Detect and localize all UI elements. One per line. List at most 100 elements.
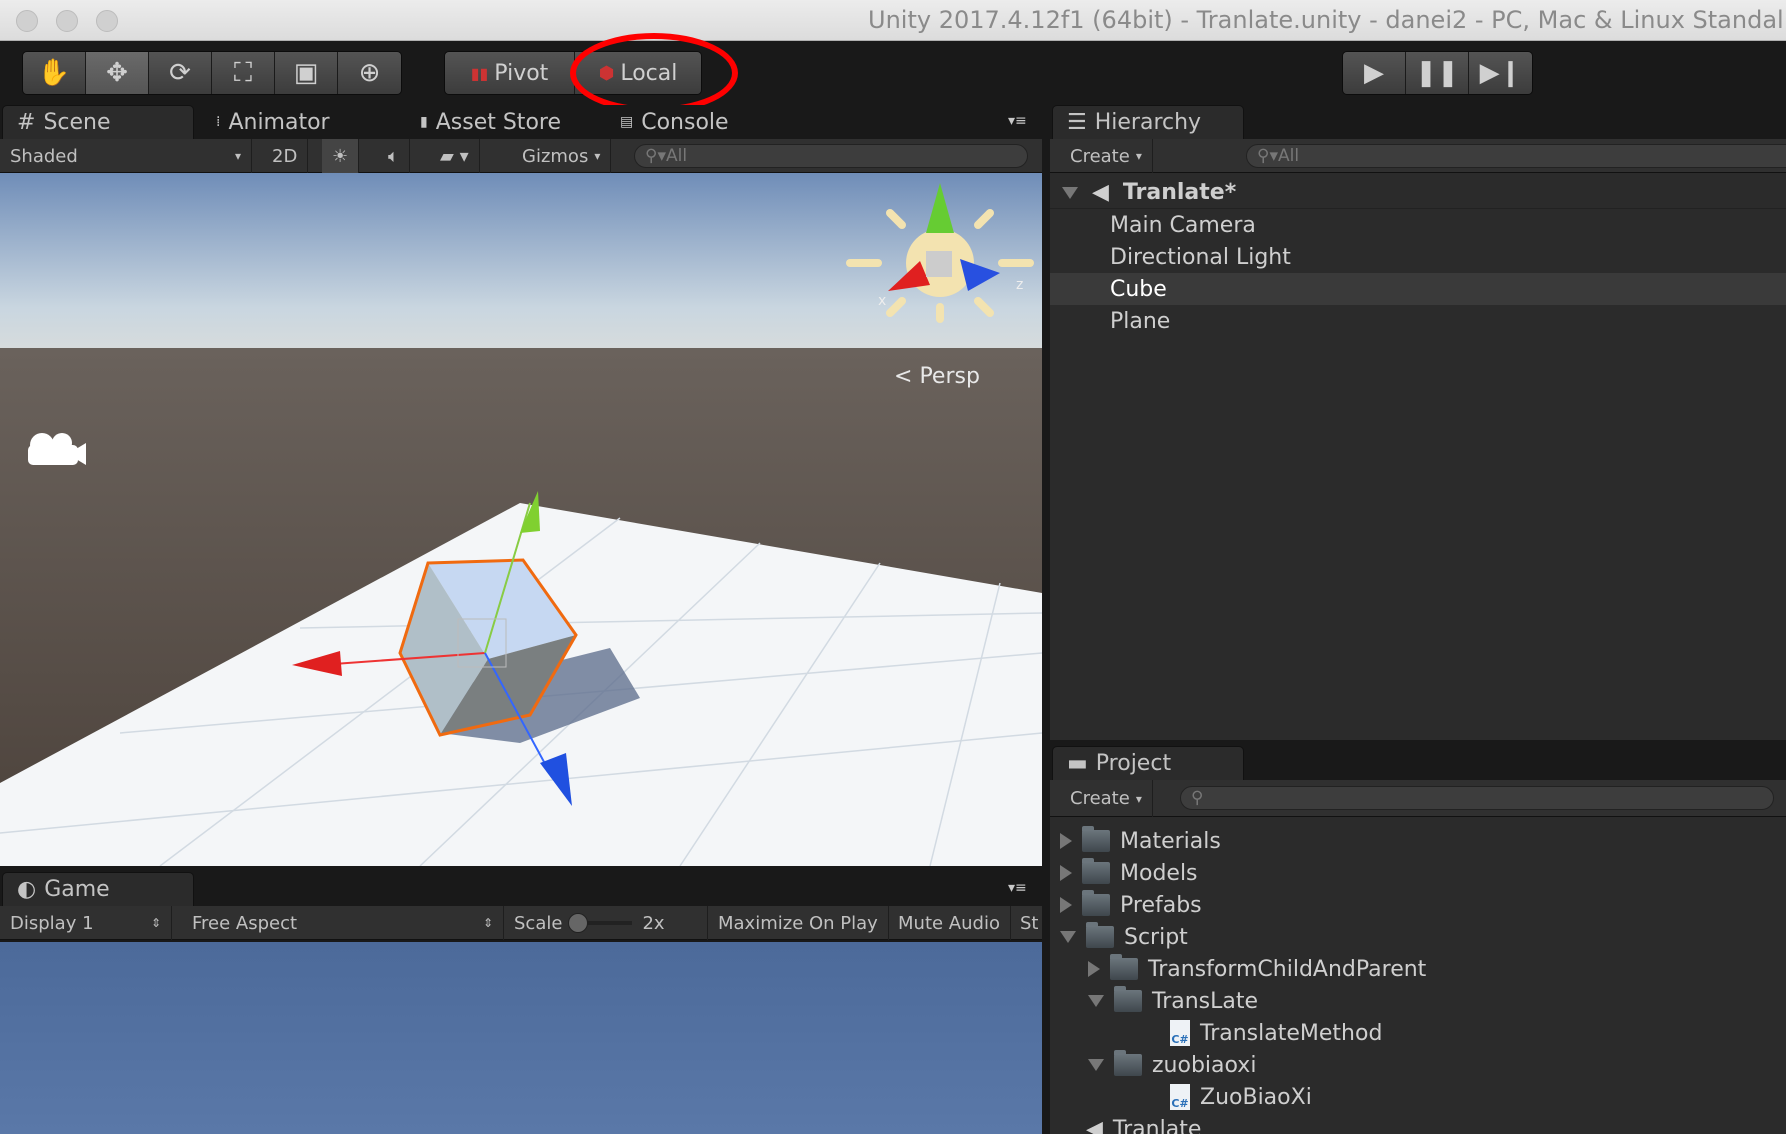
project-item[interactable]: TransformChildAndParent (1050, 953, 1786, 985)
play-button[interactable]: ▶ (1343, 52, 1406, 94)
folder-icon (1082, 826, 1110, 852)
panel-menu-icon[interactable]: ▾≡ (1008, 880, 1027, 896)
minimize-window-button[interactable] (56, 10, 78, 32)
expand-icon[interactable] (1088, 961, 1100, 977)
step-icon: ▶❙ (1479, 58, 1522, 88)
hierarchy-item[interactable]: Directional Light (1050, 241, 1786, 273)
transform-tool-button[interactable]: ⊕ (338, 52, 401, 94)
animator-icon: ⁞ (216, 114, 221, 130)
scale-slider[interactable]: Scale 2x (504, 906, 708, 940)
shading-dropdown[interactable]: Shaded ▾ (0, 139, 252, 173)
expand-icon[interactable] (1060, 865, 1072, 881)
scale-handle[interactable] (568, 913, 589, 933)
pause-button[interactable]: ❚❚ (1406, 52, 1469, 94)
pivot-icon: ▮▮ (470, 63, 489, 83)
hierarchy-create-button[interactable]: Create ▾ (1060, 139, 1153, 173)
search-icon: ⚲ (1191, 788, 1204, 808)
panel-divider[interactable] (1042, 105, 1050, 1134)
project-item[interactable]: Models (1050, 857, 1786, 889)
tab-console[interactable]: ▤ Console (606, 105, 729, 139)
move-icon: ✥ (106, 58, 128, 88)
tab-scene[interactable]: # Scene (2, 105, 194, 139)
hierarchy-item-selected[interactable]: Cube (1050, 273, 1786, 305)
play-icon: ▶ (1364, 58, 1384, 88)
project-panel: Materials Models Prefabs Script TransformChi… (1050, 817, 1786, 1134)
display-dropdown[interactable]: Display 1 ⇕ (0, 906, 172, 940)
mute-audio-toggle[interactable]: Mute Audio (888, 906, 1011, 940)
scene-tab-row: # Scene ⁞ Animator ▮ Asset Store ▤ Console ▾… (0, 105, 1042, 139)
folder-icon (1114, 1050, 1142, 1076)
hierarchy-search-input[interactable]: ⚲▾All (1246, 144, 1786, 168)
project-item-label: Prefabs (1120, 892, 1202, 918)
pivot-button[interactable]: ▮▮ Pivot (445, 52, 575, 94)
hierarchy-tab-row: ☰ Hierarchy (1050, 105, 1786, 139)
scene-view[interactable]: x z < Persp (0, 173, 1042, 866)
project-item[interactable]: TransLate (1050, 985, 1786, 1017)
collapse-icon[interactable] (1088, 995, 1104, 1007)
project-item-label: zuobiaoxi (1152, 1052, 1257, 1078)
audio-toggle[interactable]: 🔈︎ (378, 139, 410, 173)
tab-project[interactable]: ▬ Project (1052, 746, 1244, 780)
scale-tool-button[interactable]: ⛶ (212, 52, 275, 94)
aspect-dropdown[interactable]: Free Aspect ⇕ (182, 906, 504, 940)
stats-toggle[interactable]: St (1014, 906, 1046, 940)
title-bar: Unity 2017.4.12f1 (64bit) - Tranlate.uni… (0, 0, 1786, 41)
sun-icon: ☀ (332, 145, 349, 167)
scene-search-input[interactable]: ⚲▾All (634, 144, 1028, 168)
project-search-input[interactable]: ⚲ (1180, 786, 1774, 810)
effects-dropdown[interactable]: ▰ ▾ (430, 139, 480, 173)
tab-game[interactable]: ◐ Game (2, 872, 194, 906)
step-button[interactable]: ▶❙ (1469, 52, 1532, 94)
gizmos-dropdown[interactable]: Gizmos ▾ (512, 139, 612, 173)
2d-toggle[interactable]: 2D (262, 139, 309, 173)
tab-hierarchy[interactable]: ☰ Hierarchy (1052, 105, 1244, 139)
scale-icon: ⛶ (233, 57, 253, 88)
panel-menu-icon[interactable]: ▾≡ (1008, 113, 1027, 129)
console-icon: ▤ (620, 114, 634, 130)
rotate-icon: ⟳ (169, 58, 191, 88)
move-tool-button[interactable]: ✥ (86, 52, 149, 94)
hierarchy-toolbar: Create ▾ ⚲▾All (1050, 139, 1786, 173)
image-icon: ▰ ▾ (440, 145, 469, 167)
maximize-on-play-toggle[interactable]: Maximize On Play (708, 906, 889, 940)
hierarchy-scene-row[interactable]: ◀ Tranlate* (1050, 177, 1786, 209)
hierarchy-item[interactable]: Plane (1050, 305, 1786, 337)
project-item-label: Tranlate (1112, 1116, 1202, 1134)
project-item[interactable]: C# TranslateMethod (1050, 1017, 1786, 1049)
csharp-script-icon: C# (1170, 1084, 1190, 1110)
rotate-tool-button[interactable]: ⟳ (149, 52, 212, 94)
folder-icon (1114, 986, 1142, 1012)
game-view[interactable] (0, 942, 1042, 1134)
project-create-button[interactable]: Create ▾ (1060, 780, 1153, 817)
project-item[interactable]: ◀ Tranlate (1050, 1113, 1786, 1134)
tab-asset-store[interactable]: ▮ Asset Store (406, 105, 561, 139)
tab-animator[interactable]: ⁞ Animator (202, 105, 330, 139)
close-window-button[interactable] (16, 10, 38, 32)
project-item-label: Materials (1120, 828, 1221, 854)
expand-icon[interactable] (1060, 833, 1072, 849)
project-item-label: Script (1124, 924, 1188, 950)
rect-tool-button[interactable]: ▣ (275, 52, 338, 94)
project-item[interactable]: zuobiaoxi (1050, 1049, 1786, 1081)
persp-label[interactable]: < Persp (894, 364, 980, 389)
hand-icon: ✋ (37, 58, 71, 88)
zoom-window-button[interactable] (96, 10, 118, 32)
game-toolbar: Display 1 ⇕ Free Aspect ⇕ Scale 2x Maximize… (0, 906, 1046, 940)
project-item[interactable]: Materials (1050, 825, 1786, 857)
project-item[interactable]: C# ZuoBiaoXi (1050, 1081, 1786, 1113)
project-item[interactable]: Prefabs (1050, 889, 1786, 921)
collapse-icon[interactable] (1088, 1059, 1104, 1071)
transform-icon: ⊕ (358, 58, 381, 88)
project-item-label: TransLate (1152, 988, 1259, 1014)
unity-scene-icon: ◀ (1086, 1116, 1103, 1134)
project-item-label: TransformChildAndParent (1148, 956, 1427, 982)
lighting-toggle[interactable]: ☀ (322, 139, 360, 173)
scale-track[interactable] (568, 913, 633, 933)
expand-icon[interactable] (1060, 897, 1072, 913)
collapse-icon[interactable] (1060, 931, 1076, 943)
project-item-label: TranslateMethod (1200, 1020, 1383, 1046)
expand-icon[interactable] (1062, 186, 1078, 199)
project-item[interactable]: Script (1050, 921, 1786, 953)
hierarchy-item[interactable]: Main Camera (1050, 209, 1786, 241)
hand-tool-button[interactable]: ✋ (23, 52, 86, 94)
